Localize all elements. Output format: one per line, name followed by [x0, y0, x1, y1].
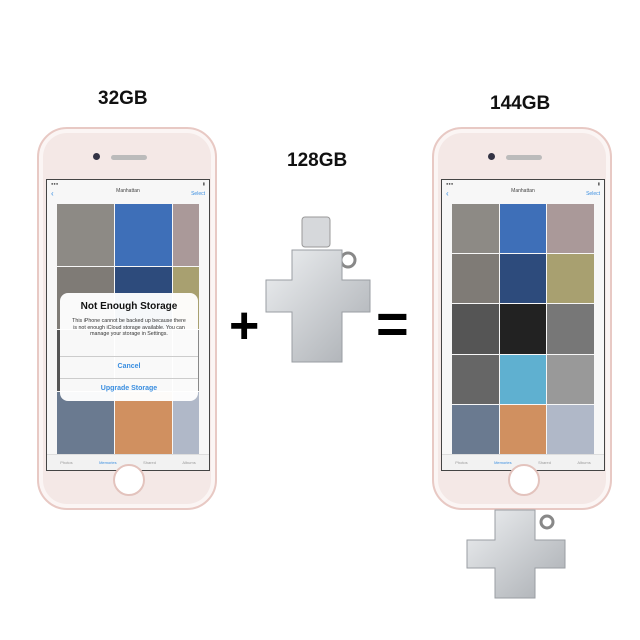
- cancel-button[interactable]: Cancel: [60, 356, 198, 376]
- phone-screen: ●●● ▮ ‹ Manhattan Select Not Enough Storage…: [46, 179, 210, 471]
- tab-photos[interactable]: Photos: [455, 460, 467, 465]
- plus-sign: +: [229, 297, 260, 355]
- speaker: [111, 155, 147, 160]
- tab-photos[interactable]: Photos: [60, 460, 72, 465]
- photo[interactable]: [57, 392, 115, 454]
- select-button[interactable]: Select: [586, 191, 600, 197]
- phone-screen: ●●● ▮ ‹ Manhattan Select Photos Memories Shar…: [441, 179, 605, 471]
- photo[interactable]: [499, 354, 547, 404]
- select-button[interactable]: Select: [191, 191, 205, 197]
- nav-title: Manhattan: [511, 188, 535, 194]
- home-button[interactable]: [113, 464, 145, 496]
- back-icon[interactable]: ‹: [446, 189, 449, 198]
- photo[interactable]: [173, 204, 199, 266]
- camera-icon: [93, 153, 100, 160]
- photo[interactable]: [547, 404, 594, 454]
- photo[interactable]: [499, 404, 547, 454]
- photo[interactable]: [547, 204, 594, 254]
- tab-shared[interactable]: Shared: [538, 460, 551, 465]
- photo[interactable]: [452, 254, 499, 304]
- usb-drive-icon: [265, 216, 371, 363]
- home-button[interactable]: [508, 464, 540, 496]
- tab-albums[interactable]: Albums: [577, 460, 590, 465]
- equals-sign: =: [376, 292, 409, 355]
- capacity-label-drive: 128GB: [287, 150, 348, 171]
- photo[interactable]: [547, 354, 594, 404]
- status-bar: ●●● ▮: [446, 181, 600, 186]
- speaker: [506, 155, 542, 160]
- photo[interactable]: [547, 304, 594, 354]
- photo[interactable]: [499, 204, 547, 254]
- photo[interactable]: [452, 204, 499, 254]
- photo[interactable]: [452, 304, 499, 354]
- photo[interactable]: [452, 354, 499, 404]
- photo[interactable]: [547, 254, 594, 304]
- tab-memories[interactable]: Memories: [99, 460, 117, 465]
- photo[interactable]: [499, 254, 547, 304]
- tab-memories[interactable]: Memories: [494, 460, 512, 465]
- photo[interactable]: [115, 204, 173, 266]
- usb-drive-plugged-icon: [466, 509, 566, 599]
- storage-alert: Not Enough Storage This iPhone cannot be…: [60, 293, 198, 401]
- alert-title: Not Enough Storage: [80, 301, 178, 312]
- photo[interactable]: [57, 204, 115, 266]
- camera-icon: [488, 153, 495, 160]
- nav-bar: ‹ Manhattan Select: [442, 188, 604, 204]
- tab-albums[interactable]: Albums: [182, 460, 195, 465]
- photo[interactable]: [452, 404, 499, 454]
- phone-left: ●●● ▮ ‹ Manhattan Select Not Enough Storage…: [37, 127, 217, 510]
- photo-grid: [452, 204, 594, 454]
- back-icon[interactable]: ‹: [51, 189, 54, 198]
- tab-shared[interactable]: Shared: [143, 460, 156, 465]
- photo[interactable]: [499, 304, 547, 354]
- nav-bar: ‹ Manhattan Select: [47, 188, 209, 204]
- photo[interactable]: [115, 392, 173, 454]
- alert-message: This iPhone cannot be backed up because …: [72, 318, 186, 338]
- capacity-label-total: 144GB: [490, 93, 551, 114]
- capacity-label-phone: 32GB: [98, 88, 148, 109]
- status-bar: ●●● ▮: [51, 181, 205, 186]
- phone-right: ●●● ▮ ‹ Manhattan Select Photos Memories Shar…: [432, 127, 612, 510]
- photo[interactable]: [173, 392, 199, 454]
- nav-title: Manhattan: [116, 188, 140, 194]
- upgrade-storage-button[interactable]: Upgrade Storage: [60, 378, 198, 398]
